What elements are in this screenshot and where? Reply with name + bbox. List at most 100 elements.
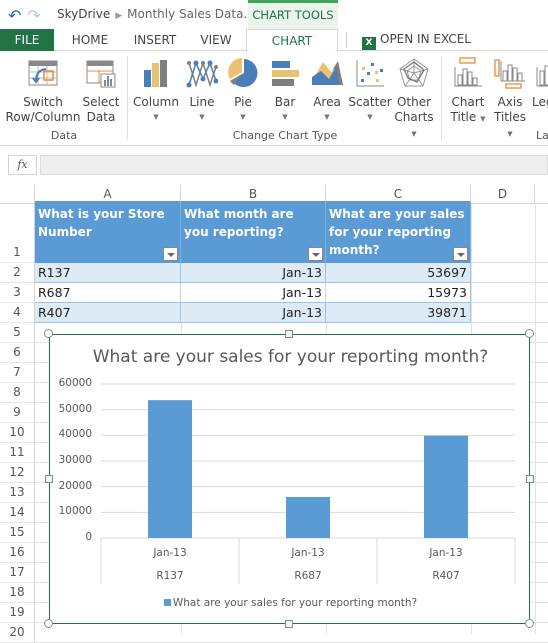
row-header[interactable]: 4 — [0, 303, 35, 323]
chart-legend[interactable]: What are your sales for your reporting m… — [50, 597, 531, 609]
tab-insert[interactable]: INSERT — [124, 29, 186, 51]
resize-handle-left[interactable] — [45, 475, 53, 483]
cell-b4[interactable]: Jan-13 — [181, 303, 326, 323]
tab-chart[interactable]: CHART — [246, 29, 338, 52]
tab-view[interactable]: VIEW — [190, 29, 242, 51]
x-tick-label-store: R137 — [156, 570, 184, 582]
scatter-chart-button[interactable]: Scatter ▼ — [348, 57, 392, 125]
row-header[interactable]: 1 — [0, 203, 35, 263]
cell-b3[interactable]: Jan-13 — [181, 283, 326, 303]
table-header-store-number[interactable]: What is your Store Number — [35, 203, 181, 263]
bar-chart-button[interactable]: Bar ▼ — [268, 57, 302, 125]
cell-c4[interactable]: 39871 — [326, 303, 471, 323]
row-header[interactable]: 18 — [0, 583, 35, 603]
row-header[interactable]: 8 — [0, 383, 35, 403]
chart-title-button[interactable]: Chart Title ▼ — [448, 57, 488, 127]
filter-dropdown-icon[interactable] — [453, 247, 468, 261]
cell-a3[interactable]: R687 — [35, 283, 181, 303]
axis-titles-label-1: Axis — [497, 95, 523, 109]
select-label-1: Select — [82, 95, 120, 109]
row-header[interactable]: 5 — [0, 323, 35, 343]
other-label-1: Other — [396, 95, 432, 109]
axis-titles-label-2: Titles — [494, 110, 526, 124]
redo-icon[interactable]: ↷ — [27, 6, 40, 25]
y-tick-label: 30000 — [58, 454, 92, 466]
row-header[interactable]: 14 — [0, 503, 35, 523]
select-data-button[interactable]: Select Data — [82, 57, 120, 125]
legend-swatch — [163, 599, 171, 606]
cell-c2[interactable]: 53697 — [326, 263, 471, 283]
resize-handle-bottom[interactable] — [285, 620, 293, 628]
chevron-down-icon: ▼ — [367, 113, 373, 121]
filter-dropdown-icon[interactable] — [163, 247, 178, 261]
other-label-2: Charts — [394, 110, 434, 124]
y-tick-label: 50000 — [58, 402, 92, 415]
switch-row-column-button[interactable]: Switch Row/Column — [4, 57, 82, 125]
filter-dropdown-icon[interactable] — [308, 247, 323, 261]
y-tick-label: 0 — [85, 531, 92, 543]
table-header-sales[interactable]: What are your sales for your reporting m… — [326, 203, 471, 263]
row-header[interactable]: 19 — [0, 603, 35, 623]
row-header[interactable]: 15 — [0, 523, 35, 543]
chevron-down-icon: ▼ — [153, 113, 159, 121]
tab-home[interactable]: HOME — [60, 29, 120, 51]
table-header-month[interactable]: What month are you reporting? — [181, 203, 326, 263]
row-header[interactable]: 17 — [0, 563, 35, 583]
select-data-icon — [85, 57, 117, 89]
pie-chart-button[interactable]: Pie ▼ — [226, 57, 260, 125]
scatter-chart-icon — [354, 57, 386, 89]
resize-handle-top[interactable] — [285, 330, 293, 338]
bar-r687[interactable] — [286, 497, 330, 538]
resize-handle-bottom-right[interactable] — [525, 619, 534, 628]
formula-input[interactable] — [40, 155, 548, 175]
row-header[interactable]: 16 — [0, 543, 35, 563]
function-icon[interactable]: fx — [8, 155, 37, 175]
column-chart-button[interactable]: Column ▼ — [132, 57, 180, 125]
header-text: What are your sales for your reporting m… — [329, 207, 465, 257]
row-header[interactable]: 10 — [0, 423, 35, 443]
column-header-b[interactable]: B — [181, 185, 326, 203]
area-chart-icon — [311, 57, 343, 89]
column-header-c[interactable]: C — [326, 185, 471, 203]
resize-handle-bottom-left[interactable] — [44, 619, 53, 628]
other-charts-button[interactable]: Other Charts ▼ — [394, 57, 434, 142]
undo-icon[interactable]: ↶ — [8, 6, 21, 25]
switch-row-column-icon — [27, 57, 59, 89]
column-header-a[interactable]: A — [35, 185, 181, 203]
row-header[interactable]: 2 — [0, 263, 35, 283]
open-in-excel-button[interactable]: X OPEN IN EXCEL — [362, 32, 471, 50]
row-header[interactable]: 13 — [0, 483, 35, 503]
resize-handle-right[interactable] — [526, 475, 534, 483]
cell-a2[interactable]: R137 — [35, 263, 181, 283]
group-label-data: Data — [50, 129, 78, 142]
row-header[interactable]: 9 — [0, 403, 35, 423]
row-header[interactable]: 20 — [0, 623, 35, 643]
cell-c3[interactable]: 15973 — [326, 283, 471, 303]
chevron-down-icon: ▼ — [199, 113, 205, 121]
row-header[interactable]: 12 — [0, 463, 35, 483]
radar-chart-icon — [398, 57, 430, 89]
cell-b2[interactable]: Jan-13 — [181, 263, 326, 283]
tab-file[interactable]: FILE — [0, 29, 54, 51]
group-label-labels: La — [536, 129, 548, 142]
breadcrumb-root[interactable]: SkyDrive — [57, 7, 110, 21]
y-tick-label: 20000 — [58, 479, 92, 492]
resize-handle-top-right[interactable] — [525, 329, 534, 338]
column-header-d[interactable]: D — [471, 185, 535, 203]
bar-r407[interactable] — [424, 435, 468, 538]
row-header[interactable]: 6 — [0, 343, 35, 363]
axis-titles-button[interactable]: Axis Titles ▼ — [490, 57, 530, 142]
bar-r137[interactable] — [148, 400, 192, 538]
select-all-corner[interactable] — [0, 185, 35, 203]
legend-button[interactable]: Leg — [532, 57, 548, 110]
switch-label-2: Row/Column — [5, 110, 81, 124]
resize-handle-top-left[interactable] — [44, 329, 53, 338]
area-chart-button[interactable]: Area ▼ — [310, 57, 344, 125]
line-chart-button[interactable]: Line ▼ — [184, 57, 220, 125]
row-header[interactable]: 3 — [0, 283, 35, 303]
row-header[interactable]: 7 — [0, 363, 35, 383]
cell-a4[interactable]: R407 — [35, 303, 181, 323]
row-header[interactable]: 11 — [0, 443, 35, 463]
chevron-down-icon: ▼ — [480, 115, 486, 123]
chart-object[interactable]: What are your sales for your reporting m… — [49, 334, 530, 624]
